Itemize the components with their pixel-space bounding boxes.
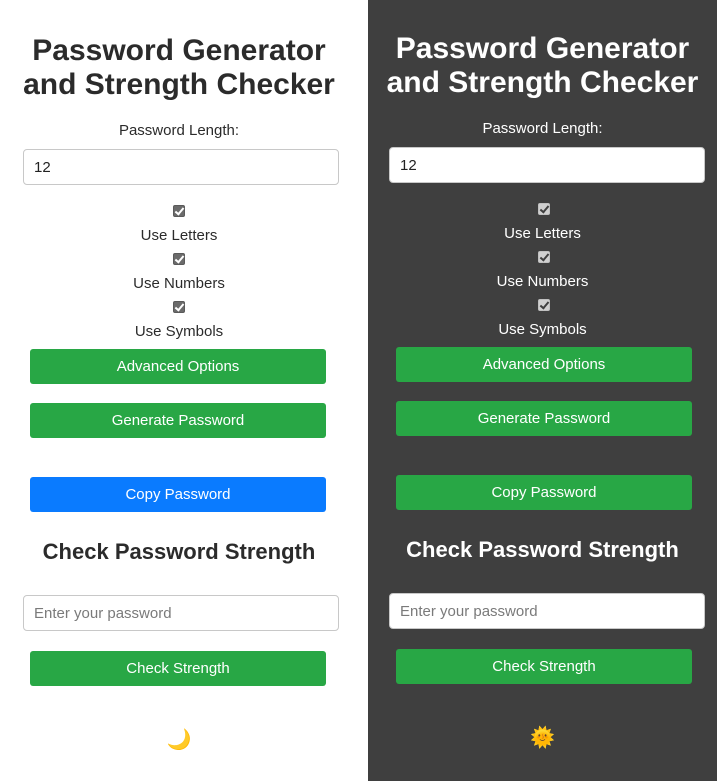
use-symbols-checkbox[interactable] bbox=[173, 301, 185, 313]
copy-password-button[interactable]: Copy Password bbox=[30, 477, 326, 512]
page-title: Password Generator and Strength Checker bbox=[368, 32, 717, 100]
check-strength-button[interactable]: Check Strength bbox=[396, 649, 692, 684]
generate-password-button[interactable]: Generate Password bbox=[30, 403, 326, 438]
title-line-1: Password Generator bbox=[395, 32, 690, 65]
checkmark-icon bbox=[174, 253, 185, 264]
advanced-options-button[interactable]: Advanced Options bbox=[396, 347, 692, 382]
use-letters-checkbox[interactable] bbox=[538, 203, 550, 215]
use-symbols-checkbox[interactable] bbox=[538, 299, 550, 311]
title-line-1: Password Generator bbox=[32, 34, 326, 67]
use-letters-label: Use Letters bbox=[504, 225, 581, 242]
advanced-options-button[interactable]: Advanced Options bbox=[30, 349, 326, 384]
password-length-label: Password Length: bbox=[482, 120, 603, 137]
strength-section-title: Check Password Strength bbox=[42, 539, 316, 564]
use-letters-label: Use Letters bbox=[140, 227, 218, 244]
sun-icon[interactable]: 🌞 bbox=[368, 727, 717, 749]
dark-theme-panel: Password Generator and Strength Checker … bbox=[368, 0, 717, 781]
use-numbers-label: Use Numbers bbox=[496, 273, 589, 290]
page-title: Password Generator and Strength Checker bbox=[0, 34, 358, 102]
password-strength-input[interactable] bbox=[389, 593, 705, 629]
checkmark-icon bbox=[174, 205, 185, 216]
password-strength-input[interactable] bbox=[23, 595, 339, 631]
password-length-input[interactable] bbox=[389, 147, 705, 183]
password-length-label: Password Length: bbox=[118, 122, 240, 139]
check-strength-button[interactable]: Check Strength bbox=[30, 651, 326, 686]
checkmark-icon bbox=[539, 203, 550, 214]
use-numbers-checkbox[interactable] bbox=[173, 253, 185, 265]
generate-password-button[interactable]: Generate Password bbox=[396, 401, 692, 436]
copy-password-button[interactable]: Copy Password bbox=[396, 475, 692, 510]
title-line-2: and Strength Checker bbox=[386, 66, 699, 99]
title-line-2: and Strength Checker bbox=[23, 68, 335, 101]
checkmark-icon bbox=[539, 251, 550, 262]
use-numbers-label: Use Numbers bbox=[133, 275, 225, 292]
password-length-input[interactable] bbox=[23, 149, 339, 185]
use-letters-checkbox[interactable] bbox=[173, 205, 185, 217]
use-symbols-label: Use Symbols bbox=[134, 323, 224, 340]
checkmark-icon bbox=[539, 299, 550, 310]
use-numbers-checkbox[interactable] bbox=[538, 251, 550, 263]
strength-section-title: Check Password Strength bbox=[406, 537, 679, 562]
light-theme-panel: Password Generator and Strength Checker … bbox=[0, 0, 358, 781]
use-symbols-label: Use Symbols bbox=[498, 321, 587, 338]
panel-divider bbox=[358, 0, 368, 781]
moon-icon[interactable]: 🌙 bbox=[0, 729, 358, 751]
checkmark-icon bbox=[174, 301, 185, 312]
